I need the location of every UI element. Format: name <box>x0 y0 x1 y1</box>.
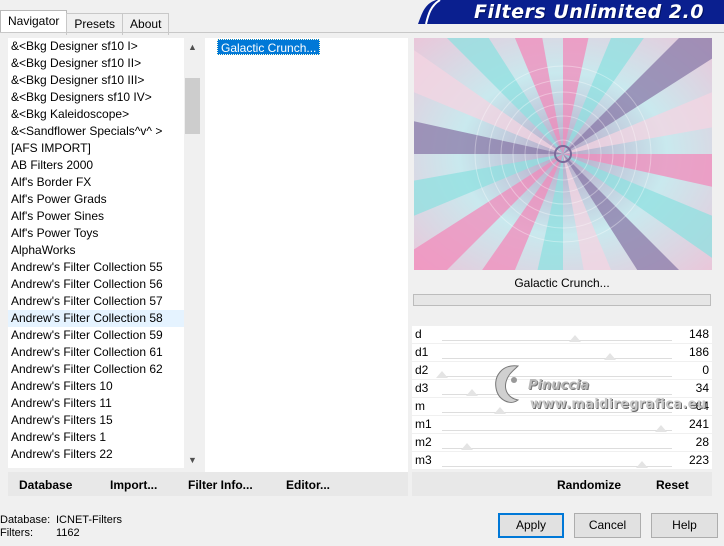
param-name: d3 <box>415 381 429 395</box>
param-slider-m1[interactable]: m1 241 <box>412 416 712 434</box>
slider-thumb-icon[interactable] <box>654 425 667 432</box>
filter-list-item[interactable]: &<Bkg Designers sf10 IV> <box>8 89 184 106</box>
app-banner: Filters Unlimited 2.0 <box>418 0 724 24</box>
filter-category-list[interactable]: &<Bkg Designer sf10 I> &<Bkg Designer sf1… <box>8 38 184 468</box>
apply-button[interactable]: Apply <box>498 513 564 538</box>
cancel-button[interactable]: Cancel <box>574 513 641 538</box>
filter-list-item[interactable]: Andrew's Filters 11 <box>8 395 184 412</box>
filter-list-item[interactable]: [AFS IMPORT] <box>8 140 184 157</box>
filter-list-item[interactable]: Andrew's Filter Collection 56 <box>8 276 184 293</box>
filter-list-item[interactable]: Andrew's Filter Collection 58 <box>8 310 184 327</box>
param-name: d1 <box>415 345 429 359</box>
slider-thumb-icon[interactable] <box>465 389 478 396</box>
slider-thumb-icon[interactable] <box>569 335 582 342</box>
param-value: 28 <box>695 435 709 449</box>
preview-image <box>414 38 712 270</box>
filter-list-item[interactable]: AB Filters 2000 <box>8 157 184 174</box>
progress-bar <box>413 294 711 306</box>
filter-list-item[interactable]: Andrew's Filters 22 <box>8 446 184 463</box>
param-slider-d[interactable]: d 148 <box>412 326 712 344</box>
editor-button[interactable]: Editor... <box>286 478 330 492</box>
reset-button[interactable]: Reset <box>656 478 689 492</box>
help-button[interactable]: Help <box>651 513 718 538</box>
filter-list-item[interactable]: &<Bkg Designer sf10 III> <box>8 72 184 89</box>
param-slider-d3[interactable]: d3 34 <box>412 380 712 398</box>
filter-list-item[interactable]: Andrew's Filter Collection 55 <box>8 259 184 276</box>
param-name: m1 <box>415 417 432 431</box>
param-name: m3 <box>415 453 432 467</box>
param-name: m2 <box>415 435 432 449</box>
filter-info-button[interactable]: Filter Info... <box>188 478 253 492</box>
param-name: d <box>415 327 422 341</box>
param-track[interactable] <box>442 448 672 449</box>
filter-list-item[interactable]: Andrew's Filter Collection 61 <box>8 344 184 361</box>
filter-list-item[interactable]: Alf's Power Grads <box>8 191 184 208</box>
filter-list-item[interactable]: Andrew's Filters 10 <box>8 378 184 395</box>
filter-list-item[interactable]: &<Bkg Designer sf10 I> <box>8 38 184 55</box>
slider-thumb-icon[interactable] <box>461 443 474 450</box>
slider-thumb-icon[interactable] <box>436 371 448 378</box>
filter-list-item[interactable]: &<Bkg Designer sf10 II> <box>8 55 184 72</box>
param-value: 64 <box>695 399 709 413</box>
filter-list-item[interactable]: Andrew's Filter Collection 62 <box>8 361 184 378</box>
slider-thumb-icon[interactable] <box>603 353 616 360</box>
param-value: 148 <box>688 327 709 341</box>
param-slider-d2[interactable]: d2 0 <box>412 362 712 380</box>
effect-item-galactic-crunch[interactable]: Galactic Crunch... <box>217 39 321 55</box>
database-label: Database: <box>0 514 51 526</box>
preview-kaleidoscope <box>414 38 712 270</box>
parameter-sliders: d 148 d1 186 d2 0 d3 34 m 64 m1 241 m2 28 m3 223 <box>412 326 712 470</box>
filter-list-item[interactable]: Andrew's Filters 1 <box>8 429 184 446</box>
param-track[interactable] <box>442 430 672 431</box>
import-button[interactable]: Import... <box>110 478 157 492</box>
preview-filter-name: Galactic Crunch... <box>514 276 610 290</box>
scroll-up-icon[interactable]: ▲ <box>184 38 201 55</box>
app-title: Filters Unlimited 2.0 <box>474 1 704 23</box>
param-track[interactable] <box>442 376 672 377</box>
param-name: d2 <box>415 363 429 377</box>
param-name: m <box>415 399 425 413</box>
tab-bar: Navigator Presets About <box>0 10 170 35</box>
filter-list-item[interactable]: Andrew's Filter Collection 57 <box>8 293 184 310</box>
tab-navigator[interactable]: Navigator <box>0 10 68 33</box>
param-track[interactable] <box>442 340 672 341</box>
database-value: ICNET-Filters <box>56 514 122 526</box>
filter-list-item[interactable]: Alf's Power Toys <box>8 225 184 242</box>
right-button-bar: Randomize Reset <box>412 472 712 496</box>
tab-divider <box>0 32 724 33</box>
param-value: 223 <box>688 453 709 467</box>
filters-count: 1162 <box>56 527 80 539</box>
param-slider-m[interactable]: m 64 <box>412 398 712 416</box>
slider-thumb-icon[interactable] <box>636 461 649 468</box>
scroll-down-icon[interactable]: ▼ <box>184 451 201 468</box>
filter-list-item[interactable]: Alf's Border FX <box>8 174 184 191</box>
slider-thumb-icon[interactable] <box>493 407 506 414</box>
randomize-button[interactable]: Randomize <box>557 478 621 492</box>
left-button-bar: Database Import... Filter Info... Editor… <box>8 472 408 496</box>
database-button[interactable]: Database <box>19 478 72 492</box>
param-value: 34 <box>695 381 709 395</box>
param-slider-m2[interactable]: m2 28 <box>412 434 712 452</box>
effect-list[interactable]: Galactic Crunch... <box>205 38 408 496</box>
param-track[interactable] <box>442 358 672 359</box>
filter-list-item[interactable]: Andrew's Filter Collection 59 <box>8 327 184 344</box>
filter-list-item[interactable]: AlphaWorks <box>8 242 184 259</box>
filter-list-scrollbar[interactable]: ▲ ▼ <box>184 38 201 468</box>
filter-list-item[interactable]: &<Sandflower Specials^v^ > <box>8 123 184 140</box>
param-value: 0 <box>702 363 709 377</box>
filter-list-item[interactable]: &<Bkg Kaleidoscope> <box>8 106 184 123</box>
filter-list-item[interactable]: Andrew's Filters 15 <box>8 412 184 429</box>
param-value: 241 <box>688 417 709 431</box>
param-track[interactable] <box>442 412 672 413</box>
filter-list-item[interactable]: Alf's Power Sines <box>8 208 184 225</box>
param-slider-m3[interactable]: m3 223 <box>412 452 712 470</box>
filters-label: Filters: <box>0 527 33 539</box>
param-slider-d1[interactable]: d1 186 <box>412 344 712 362</box>
scroll-thumb[interactable] <box>185 78 200 134</box>
param-value: 186 <box>688 345 709 359</box>
